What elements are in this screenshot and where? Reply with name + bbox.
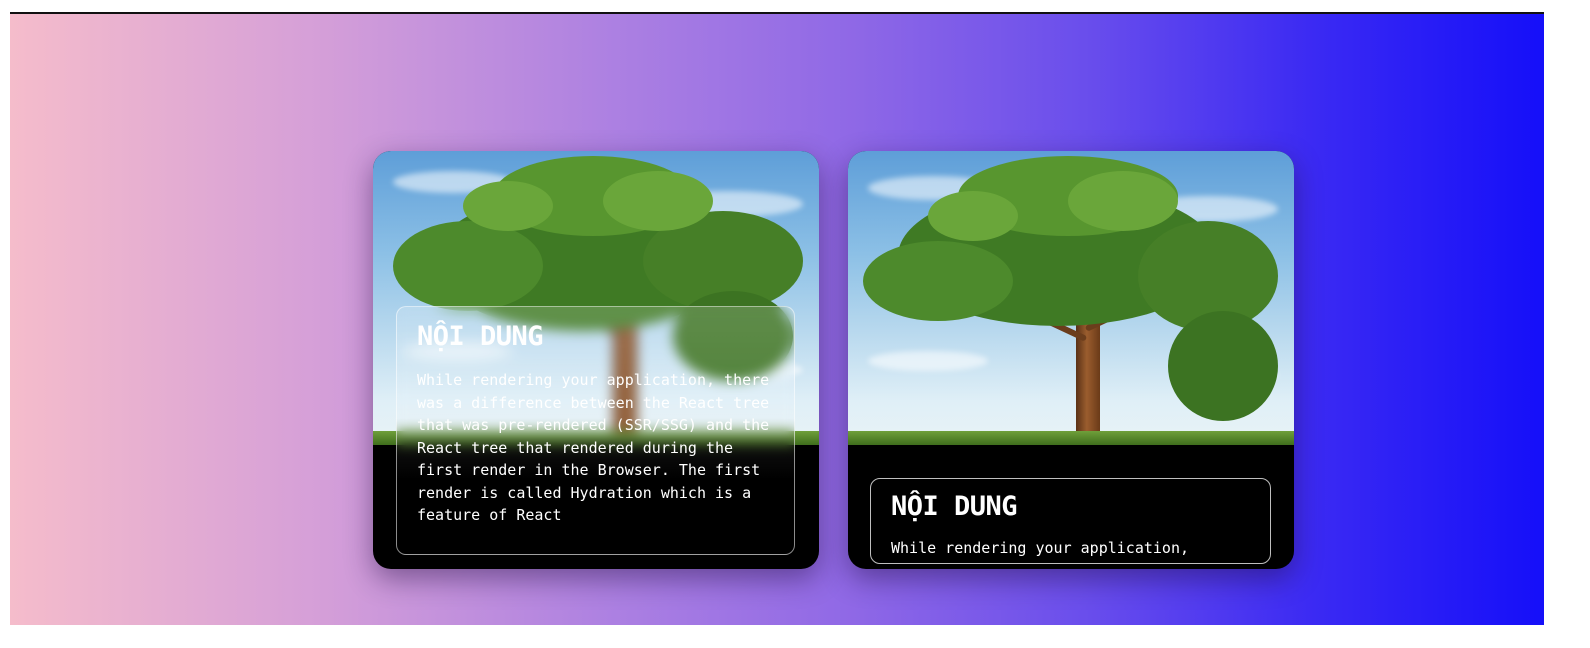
card-body: While rendering your application, <box>891 539 1190 557</box>
content-card-dark[interactable]: NỘI DUNG While rendering your applicatio… <box>848 151 1294 569</box>
content-card-glass[interactable]: NỘI DUNG While rendering your applicatio… <box>373 151 819 569</box>
dark-content-panel: NỘI DUNG While rendering your applicatio… <box>870 478 1271 564</box>
card-title: NỘI DUNG <box>417 321 544 352</box>
card-body: While rendering your application, there … <box>417 371 770 524</box>
glass-content-panel: NỘI DUNG While rendering your applicatio… <box>396 306 795 555</box>
gradient-background: NỘI DUNG While rendering your applicatio… <box>10 14 1544 625</box>
card-title: NỘI DUNG <box>891 491 1018 522</box>
tree-image <box>848 151 1294 445</box>
